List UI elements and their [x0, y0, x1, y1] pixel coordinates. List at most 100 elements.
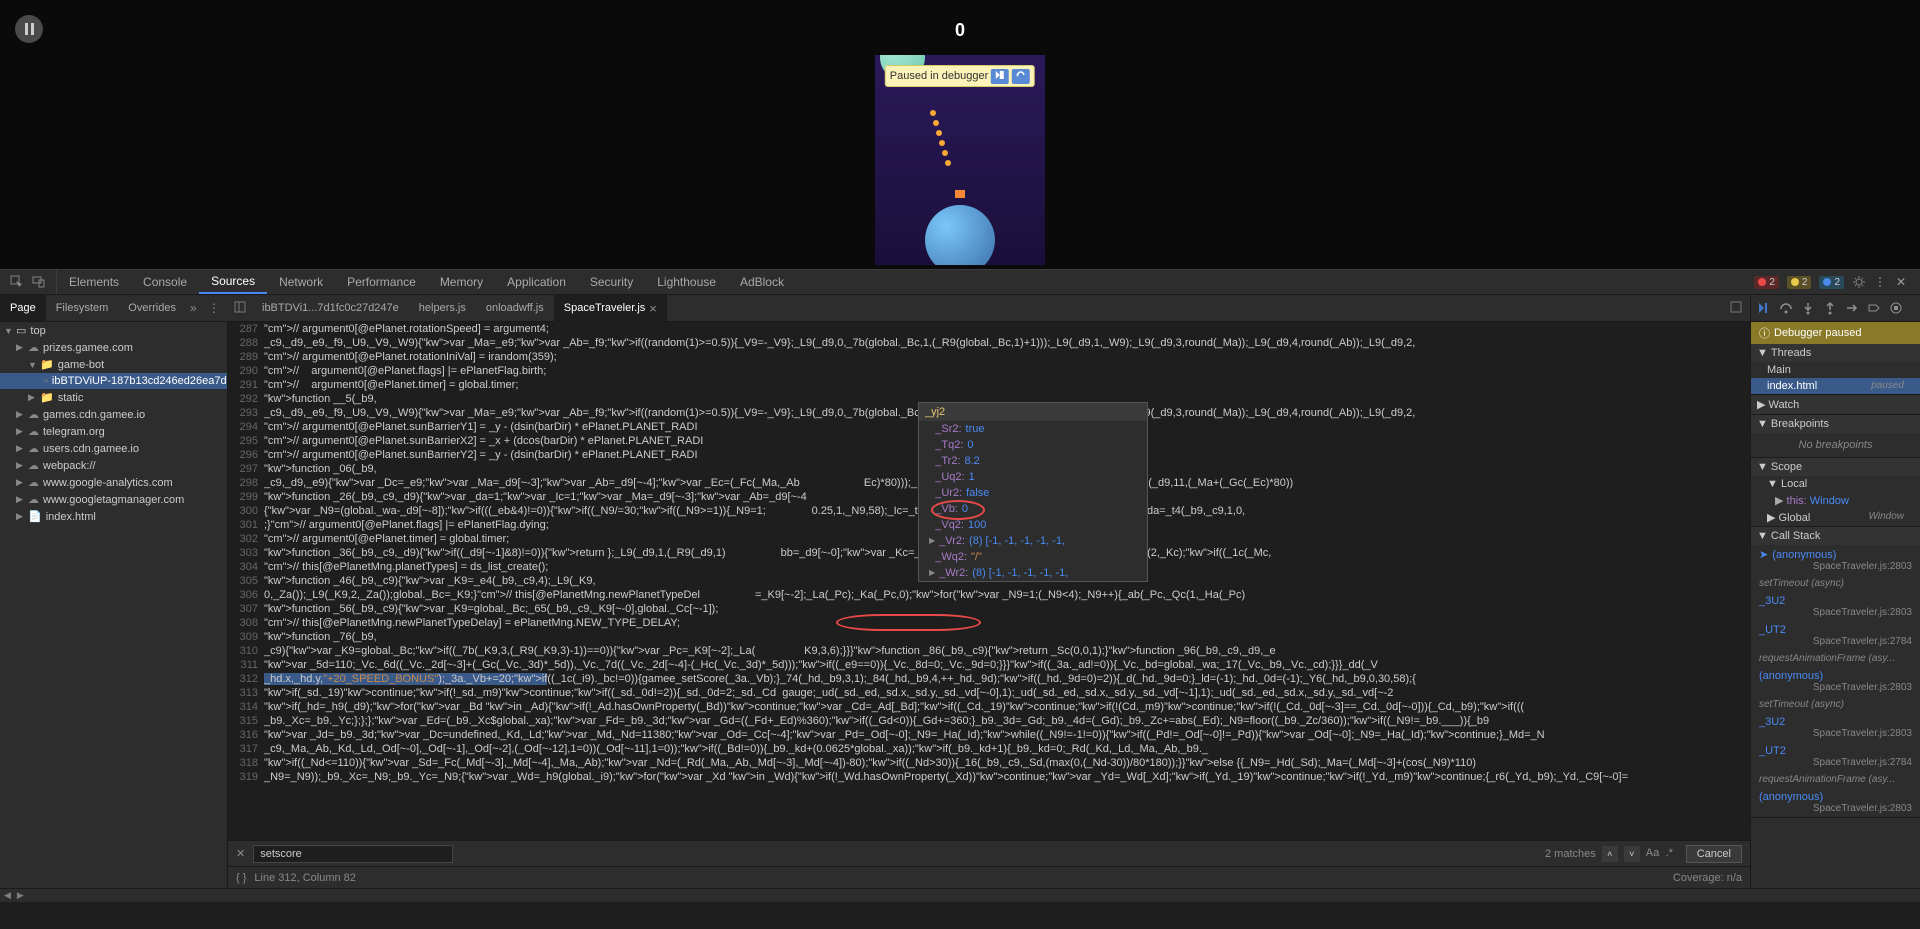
pretty-print-icon[interactable]: { }: [236, 872, 246, 884]
deactivate-bp-icon[interactable]: [1867, 301, 1881, 315]
tooltip-row[interactable]: _Sr2: true: [919, 421, 1147, 437]
chevron-right-icon[interactable]: »: [190, 301, 204, 315]
tab-application[interactable]: Application: [495, 270, 578, 294]
regex-icon[interactable]: .*: [1666, 847, 1680, 861]
more-icon[interactable]: ⋮: [208, 301, 222, 315]
scope-global[interactable]: ▶ GlobalWindow: [1751, 509, 1920, 526]
device-icon[interactable]: [32, 275, 46, 289]
pause-button[interactable]: [15, 15, 43, 43]
maximize-icon[interactable]: [1730, 301, 1744, 315]
stack-async: setTimeout (async): [1751, 575, 1920, 592]
tree-item[interactable]: ▶☁ www.google-analytics.com: [0, 474, 227, 491]
tooltip-row[interactable]: _Uq2: 1: [919, 469, 1147, 485]
code-area[interactable]: 287 288 289 290 291 292 293 294 295 296 …: [228, 322, 1750, 840]
tree-item[interactable]: ▶📄 index.html: [0, 508, 227, 525]
tab-console[interactable]: Console: [131, 270, 199, 294]
step-out-icon[interactable]: [1823, 301, 1837, 315]
info-badge[interactable]: 2: [1819, 276, 1844, 289]
tooltip-row[interactable]: ▶_Vr2: (8) [-1, -1, -1, -1, -1,: [919, 533, 1147, 549]
tab-network[interactable]: Network: [267, 270, 335, 294]
match-count: 2 matches: [1545, 848, 1596, 860]
status-bar: { } Line 312, Column 82 Coverage: n/a: [228, 866, 1750, 888]
close-icon[interactable]: ×: [649, 301, 657, 316]
subtab-overrides[interactable]: Overrides: [118, 295, 186, 321]
step-icon[interactable]: [1845, 301, 1859, 315]
more-icon[interactable]: ⋮: [1874, 275, 1888, 289]
subtab-filesystem[interactable]: Filesystem: [46, 295, 119, 321]
tooltip-row[interactable]: _Tq2: 0: [919, 437, 1147, 453]
tree-item[interactable]: ▶☁ webpack://: [0, 457, 227, 474]
bottom-scrollbar[interactable]: ◀ ▶: [0, 888, 1920, 902]
stack-frame[interactable]: _3U2SpaceTraveler.js:2803: [1751, 592, 1920, 621]
scope-local[interactable]: ▼ Local: [1751, 476, 1920, 492]
subtab-page[interactable]: Page: [0, 295, 46, 321]
tooltip-row[interactable]: _Tr2: 8.2: [919, 453, 1147, 469]
tree-item[interactable]: ▶☁ www.googletagmanager.com: [0, 491, 227, 508]
scope-section[interactable]: ▼Scope: [1751, 458, 1920, 476]
tab-security[interactable]: Security: [578, 270, 645, 294]
stack-async: requestAnimationFrame (asy...: [1751, 650, 1920, 667]
tree-item[interactable]: ▫ ibBTDViUP-187b13cd246ed26ea7d5cc5: [0, 373, 227, 389]
tooltip-row[interactable]: _Xq2: "/": [919, 581, 1147, 582]
paused-debugger-overlay: Paused in debugger: [885, 65, 1035, 87]
threads-section[interactable]: ▼Threads: [1751, 344, 1920, 362]
nav-back-icon[interactable]: [228, 301, 252, 316]
warning-badge[interactable]: 2: [1787, 276, 1812, 289]
close-icon[interactable]: ✕: [236, 847, 245, 860]
tree-item[interactable]: ▶☁ users.cdn.gamee.io: [0, 440, 227, 457]
tooltip-row[interactable]: _Ur2: false: [919, 485, 1147, 501]
tree-item[interactable]: ▶☁ prizes.gamee.com: [0, 339, 227, 356]
value-tooltip[interactable]: _yj2 _Sr2: true _Tq2: 0 _Tr2: 8.2 _Uq2: …: [918, 402, 1148, 582]
stack-frame[interactable]: ➤(anonymous)SpaceTraveler.js:2803: [1751, 545, 1920, 575]
tab-memory[interactable]: Memory: [428, 270, 495, 294]
stack-frame[interactable]: _UT2SpaceTraveler.js:2784: [1751, 621, 1920, 650]
resume-icon[interactable]: [1757, 301, 1771, 315]
tab-lighthouse[interactable]: Lighthouse: [645, 270, 728, 294]
prev-match-button[interactable]: ˄: [1602, 846, 1618, 862]
step-button[interactable]: [1012, 69, 1030, 84]
step-over-icon[interactable]: [1779, 301, 1793, 315]
close-icon[interactable]: ✕: [1896, 275, 1910, 289]
tree-item[interactable]: ▼📁 game-bot: [0, 356, 227, 373]
scroll-left-icon[interactable]: ◀: [4, 890, 11, 901]
tree-item[interactable]: ▶☁ telegram.org: [0, 423, 227, 440]
file-tab[interactable]: onloadwff.js: [476, 295, 554, 321]
tab-elements[interactable]: Elements: [57, 270, 131, 294]
error-badge[interactable]: 2: [1754, 276, 1779, 289]
step-into-icon[interactable]: [1801, 301, 1815, 315]
search-input[interactable]: [253, 845, 453, 863]
tree-top[interactable]: ▼▭ top: [0, 322, 227, 339]
file-tab[interactable]: helpers.js: [409, 295, 476, 321]
cancel-button[interactable]: Cancel: [1686, 845, 1742, 863]
stack-frame[interactable]: _3U2SpaceTraveler.js:2803: [1751, 713, 1920, 742]
tooltip-row[interactable]: _Wq2: "/": [919, 549, 1147, 565]
watch-section[interactable]: ▶Watch: [1751, 395, 1920, 414]
stack-frame[interactable]: _UT2SpaceTraveler.js:2784: [1751, 742, 1920, 771]
gear-icon[interactable]: [1852, 275, 1866, 289]
thread-item[interactable]: index.htmlpaused: [1751, 378, 1920, 394]
tree-item[interactable]: ▶☁ games.cdn.gamee.io: [0, 406, 227, 423]
file-tree: ▼▭ top▶☁ prizes.gamee.com▼📁 game-bot▫ ib…: [0, 322, 228, 888]
file-tab[interactable]: ibBTDVi1...7d1fc0c27d247e: [252, 295, 409, 321]
tooltip-row[interactable]: _Vb: 0: [919, 501, 1147, 517]
inspect-icon[interactable]: [10, 275, 24, 289]
scroll-right-icon[interactable]: ▶: [17, 890, 24, 901]
scope-this[interactable]: ▶ this: Window: [1751, 492, 1920, 509]
tab-performance[interactable]: Performance: [335, 270, 428, 294]
callstack-section[interactable]: ▼Call Stack: [1751, 527, 1920, 545]
tab-adblock[interactable]: AdBlock: [728, 270, 796, 294]
tooltip-row[interactable]: ▶_Wr2: (8) [-1, -1, -1, -1, -1,: [919, 565, 1147, 581]
tab-sources[interactable]: Sources: [199, 270, 267, 294]
search-bar: ✕ 2 matches ˄ ˅ Aa .* Cancel: [228, 840, 1750, 866]
stack-frame[interactable]: (anonymous)SpaceTraveler.js:2803: [1751, 788, 1920, 817]
code-editor-pane: ibBTDVi1...7d1fc0c27d247ehelpers.jsonloa…: [228, 295, 1750, 888]
pause-exceptions-icon[interactable]: [1889, 301, 1903, 315]
match-case-icon[interactable]: Aa: [1646, 847, 1660, 861]
resume-button[interactable]: [991, 69, 1009, 84]
file-tab[interactable]: SpaceTraveler.js×: [554, 295, 667, 321]
next-match-button[interactable]: ˅: [1624, 846, 1640, 862]
breakpoints-section[interactable]: ▼Breakpoints: [1751, 415, 1920, 433]
tree-item[interactable]: ▶📁 static: [0, 389, 227, 406]
thread-item[interactable]: Main: [1751, 362, 1920, 378]
stack-frame[interactable]: (anonymous)SpaceTraveler.js:2803: [1751, 667, 1920, 696]
